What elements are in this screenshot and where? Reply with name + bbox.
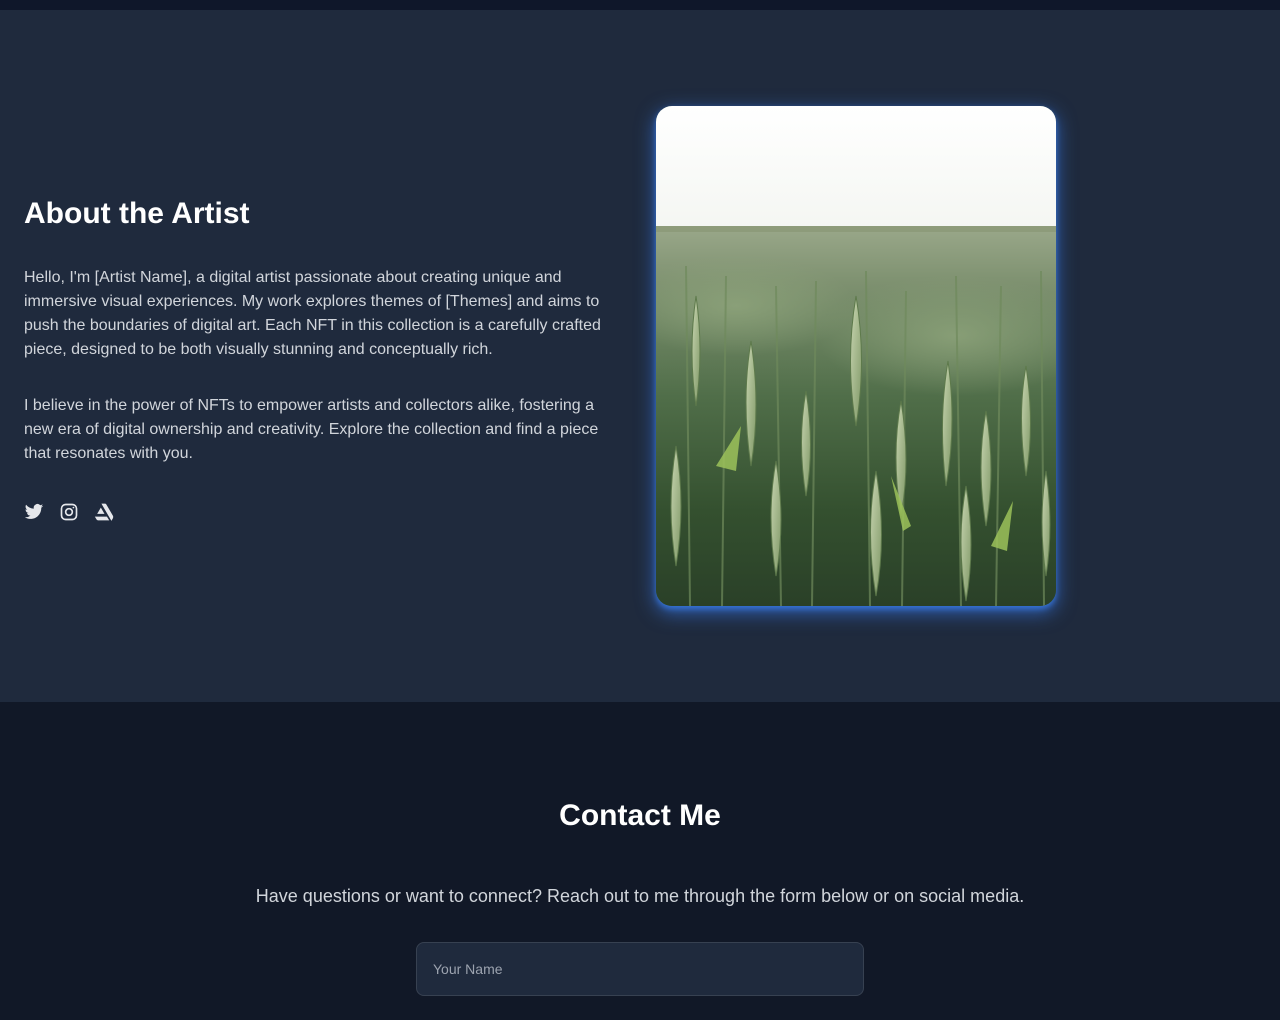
social-links — [24, 502, 624, 522]
contact-subtitle: Have questions or want to connect? Reach… — [255, 886, 1025, 906]
about-section: About the Artist Hello, I'm [Artist Name… — [0, 10, 1280, 702]
artstation-icon[interactable] — [94, 502, 114, 522]
artist-image — [656, 106, 1056, 606]
wheat-field-photo — [656, 106, 1056, 606]
contact-section: Contact Me Have questions or want to con… — [0, 702, 1280, 1020]
twitter-icon[interactable] — [24, 502, 44, 522]
contact-title: Contact Me — [559, 799, 721, 832]
about-title: About the Artist — [24, 197, 250, 230]
about-paragraph-1: Hello, I'm [Artist Name], a digital arti… — [24, 269, 601, 358]
about-paragraph-2: I believe in the power of NFTs to empowe… — [24, 397, 599, 462]
name-input[interactable] — [416, 942, 864, 996]
top-bar — [0, 0, 1280, 10]
instagram-icon[interactable] — [59, 502, 79, 522]
about-text-column: About the Artist Hello, I'm [Artist Name… — [24, 196, 624, 522]
